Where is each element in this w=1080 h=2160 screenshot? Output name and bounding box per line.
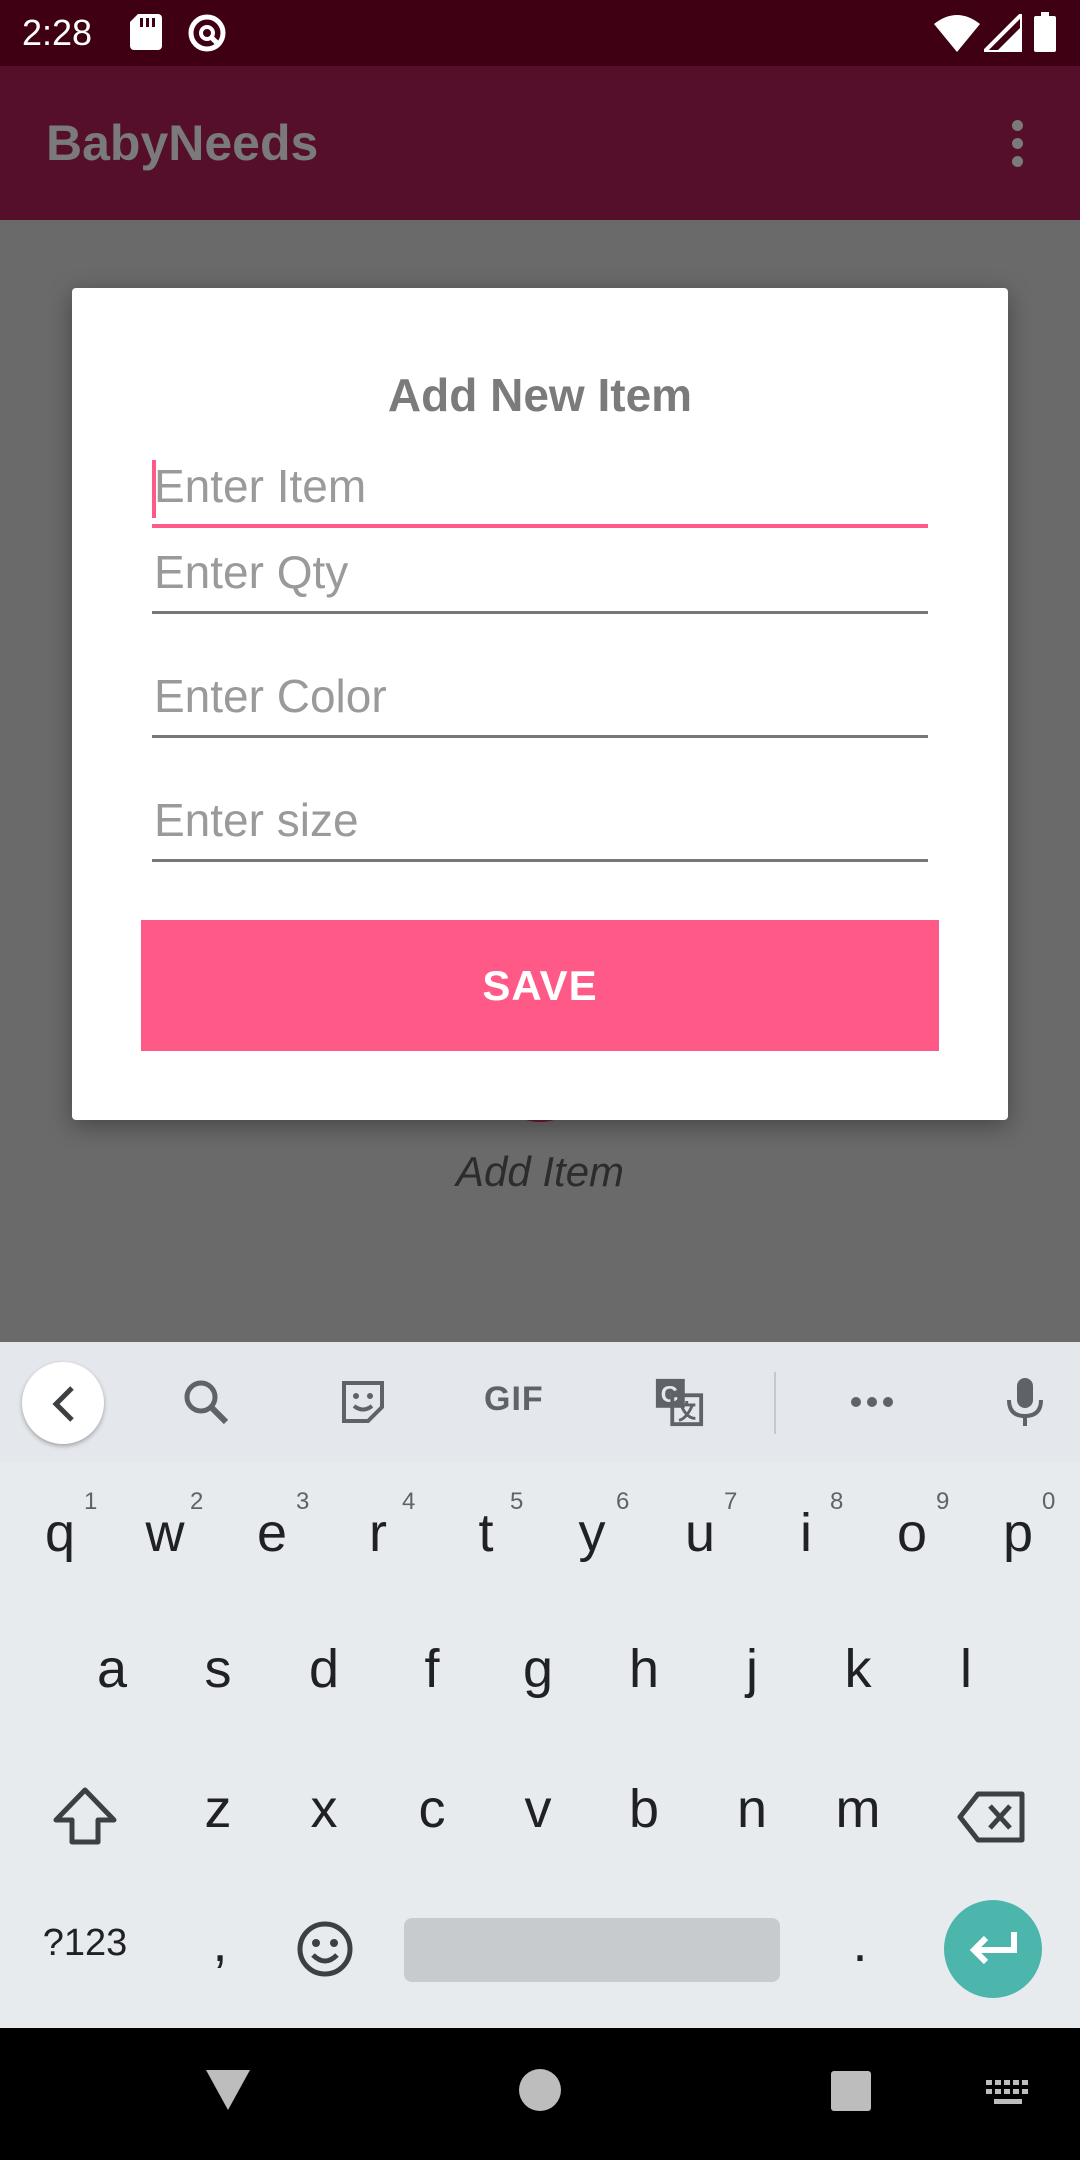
key-x[interactable]: x (304, 1778, 344, 1840)
key-comma[interactable]: , (200, 1912, 240, 1974)
color-field-container (152, 658, 928, 738)
key-z[interactable]: z (198, 1778, 238, 1840)
key-period[interactable]: . (840, 1912, 880, 1974)
key-o[interactable]: o9 (892, 1488, 949, 1564)
key-u[interactable]: u7 (680, 1488, 737, 1564)
key-label: r (369, 1503, 387, 1563)
back-triangle-icon[interactable] (204, 2068, 252, 2112)
key-l[interactable]: l (946, 1638, 986, 1700)
shift-icon[interactable] (52, 1786, 118, 1846)
key-label: o (896, 1503, 928, 1563)
color-input[interactable] (152, 658, 928, 734)
app-title: BabyNeeds (46, 115, 319, 171)
size-field-container (152, 782, 928, 862)
microphone-icon[interactable] (1004, 1376, 1046, 1428)
key-hint: 7 (724, 1488, 738, 1515)
key-hint: 2 (190, 1488, 204, 1515)
key-f[interactable]: f (412, 1638, 452, 1700)
key-v[interactable]: v (518, 1778, 558, 1840)
gif-icon[interactable]: GIF (484, 1380, 544, 1419)
add-item-dialog: Add New Item SAVE (72, 288, 1008, 1120)
key-y[interactable]: y6 (572, 1488, 630, 1564)
key-j[interactable]: j (732, 1638, 772, 1700)
key-d[interactable]: d (304, 1638, 344, 1700)
add-item-label: Add Item (455, 1148, 625, 1195)
home-circle-icon[interactable] (518, 2068, 562, 2112)
key-label: t (478, 1503, 494, 1563)
key-h[interactable]: h (624, 1638, 664, 1700)
key-s[interactable]: s (198, 1638, 238, 1700)
qty-field-container (152, 534, 928, 614)
save-button[interactable]: SAVE (141, 920, 939, 1051)
key-hint: 8 (830, 1488, 844, 1515)
key-hint: 3 (296, 1488, 310, 1515)
key-q[interactable]: q1 (40, 1488, 97, 1564)
sync-icon (188, 14, 226, 52)
enter-key[interactable] (944, 1900, 1042, 1998)
wifi-icon (934, 15, 980, 52)
key-label: y (578, 1503, 606, 1563)
key-hint: 4 (402, 1488, 416, 1515)
navigation-bar (0, 2028, 1080, 2160)
more-vert-icon[interactable] (998, 114, 1038, 174)
soft-keyboard: GIF G q1 w2 e3 r4 t5 y6 u7 i8 o9 p0 a s … (0, 1342, 1080, 2028)
app-bar: BabyNeeds (0, 66, 1080, 220)
keyboard-switch-icon[interactable] (986, 2080, 1030, 2108)
key-hint: 1 (84, 1488, 98, 1515)
sticker-icon[interactable] (338, 1376, 388, 1428)
key-b[interactable]: b (624, 1778, 664, 1840)
symbols-key[interactable]: ?123 (30, 1922, 140, 1965)
key-label: e (256, 1503, 288, 1563)
key-w[interactable]: w2 (140, 1488, 204, 1564)
key-i[interactable]: i8 (786, 1488, 843, 1564)
search-icon[interactable] (180, 1376, 232, 1428)
dialog-title: Add New Item (387, 369, 693, 421)
more-icon[interactable] (846, 1376, 898, 1428)
key-n[interactable]: n (732, 1778, 772, 1840)
key-label: q (44, 1503, 76, 1563)
key-hint: 6 (616, 1488, 630, 1515)
key-label: u (684, 1503, 716, 1563)
key-t[interactable]: t5 (466, 1488, 523, 1564)
text-cursor (152, 460, 156, 518)
key-e[interactable]: e3 (252, 1488, 309, 1564)
key-label: w (145, 1503, 185, 1563)
qty-input[interactable] (152, 534, 928, 610)
key-label: p (1002, 1503, 1034, 1563)
key-a[interactable]: a (92, 1638, 132, 1700)
key-hint: 0 (1042, 1488, 1056, 1515)
emoji-icon[interactable] (296, 1920, 354, 1978)
back-chevron-icon[interactable] (22, 1362, 104, 1444)
recents-square-icon[interactable] (830, 2070, 872, 2112)
key-hint: 9 (936, 1488, 950, 1515)
key-m[interactable]: m (830, 1778, 886, 1840)
key-hint: 5 (510, 1488, 524, 1515)
battery-icon (1034, 12, 1056, 52)
status-time: 2:28 (22, 12, 93, 53)
keyboard-toolbar: GIF G (0, 1342, 1080, 1462)
key-r[interactable]: r4 (358, 1488, 415, 1564)
size-input[interactable] (152, 782, 928, 858)
key-k[interactable]: k (838, 1638, 878, 1700)
sd-card-icon (130, 14, 162, 50)
signal-icon (984, 14, 1022, 52)
translate-icon[interactable]: G (652, 1376, 706, 1428)
key-c[interactable]: c (412, 1778, 452, 1840)
enter-icon (969, 1932, 1017, 1965)
space-key[interactable] (404, 1918, 780, 1982)
item-field-container (152, 448, 928, 528)
key-p[interactable]: p0 (998, 1488, 1055, 1564)
key-label: i (800, 1503, 812, 1563)
key-g[interactable]: g (518, 1638, 558, 1700)
status-bar: 2:28 (0, 0, 1080, 66)
item-input[interactable] (152, 448, 928, 524)
backspace-icon[interactable] (956, 1790, 1028, 1844)
toolbar-divider (774, 1372, 776, 1434)
